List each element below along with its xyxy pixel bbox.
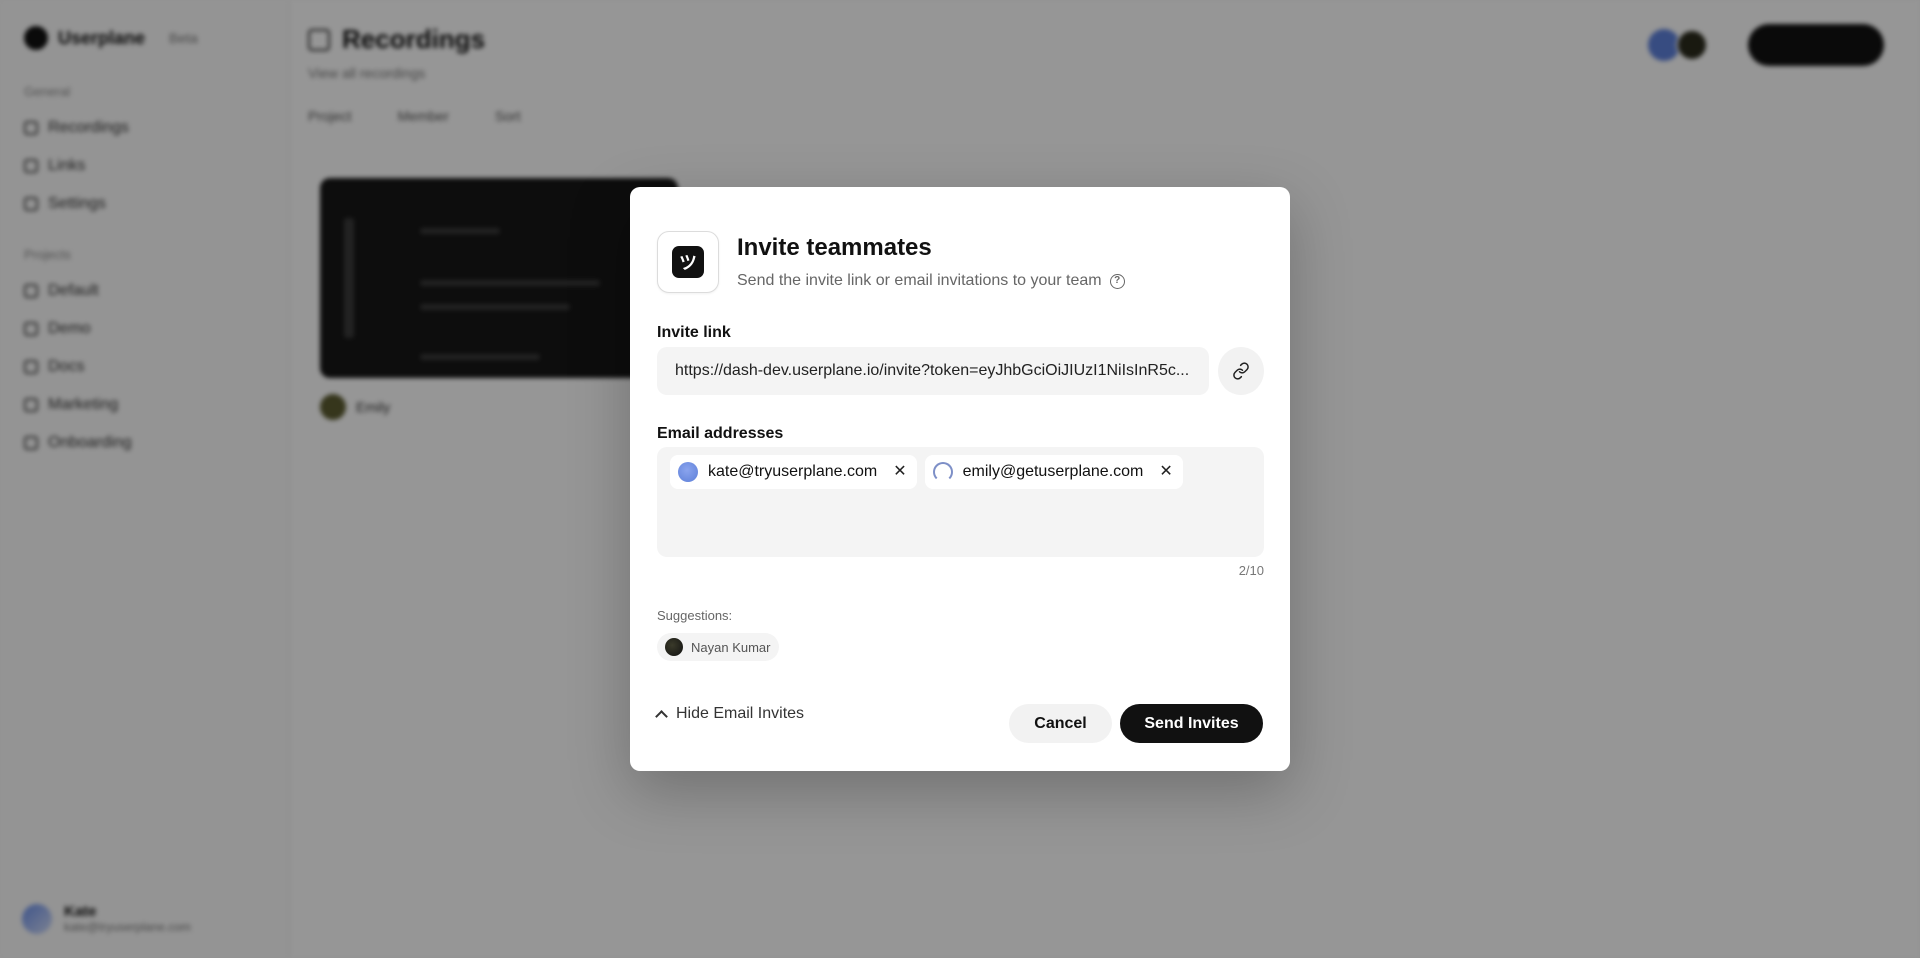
suggestions-label: Suggestions: bbox=[657, 608, 733, 623]
emily-avatar bbox=[932, 462, 953, 482]
invite-link-label: Invite link bbox=[657, 324, 731, 341]
email-chip: emily@getuserplane.com ✕ bbox=[924, 455, 1183, 489]
suggestion-name: Nayan Kumar bbox=[691, 639, 771, 655]
help-circle-icon[interactable]: ? bbox=[1109, 273, 1125, 289]
send-invites-button[interactable]: Send Invites bbox=[1120, 704, 1263, 743]
invite-link-value: https://dash-dev.userplane.io/invite?tok… bbox=[675, 362, 1190, 379]
avatar bbox=[665, 638, 683, 656]
email-input-area[interactable]: kate@tryuserplane.com ✕ emily@getuserpla… bbox=[657, 447, 1264, 557]
dialog-title: Invite teammates bbox=[737, 234, 932, 261]
email-addresses-label: Email addresses bbox=[657, 425, 784, 442]
dialog-subtitle-text: Send the invite link or email invitation… bbox=[737, 272, 1102, 289]
hide-email-invites-button[interactable]: Hide Email Invites bbox=[655, 705, 805, 723]
email-chip-address: emily@getuserplane.com bbox=[962, 463, 1144, 480]
hide-email-invites-label: Hide Email Invites bbox=[676, 705, 805, 722]
kate-avatar bbox=[678, 462, 698, 482]
invite-link-field[interactable]: https://dash-dev.userplane.io/invite?tok… bbox=[657, 347, 1209, 395]
dialog-header: ツ Invite teammates Send the invite link … bbox=[657, 231, 1125, 293]
cancel-button[interactable]: Cancel bbox=[1009, 704, 1112, 743]
close-icon[interactable]: ✕ bbox=[1159, 464, 1172, 480]
invite-teammates-dialog: ツ Invite teammates Send the invite link … bbox=[630, 187, 1290, 771]
dialog-subtitle: Send the invite link or email invitation… bbox=[737, 272, 1125, 290]
email-chip-address: kate@tryuserplane.com bbox=[708, 463, 878, 480]
suggestion-chip[interactable]: Nayan Kumar bbox=[657, 633, 780, 661]
userplane-logo-icon: ツ bbox=[657, 231, 719, 293]
close-icon[interactable]: ✕ bbox=[893, 464, 906, 480]
copy-link-button[interactable] bbox=[1218, 347, 1264, 395]
email-counter: 2/10 bbox=[1238, 563, 1264, 578]
link-icon bbox=[1233, 362, 1249, 380]
chevron-up-icon bbox=[655, 709, 668, 723]
email-chip: kate@tryuserplane.com ✕ bbox=[670, 455, 917, 489]
